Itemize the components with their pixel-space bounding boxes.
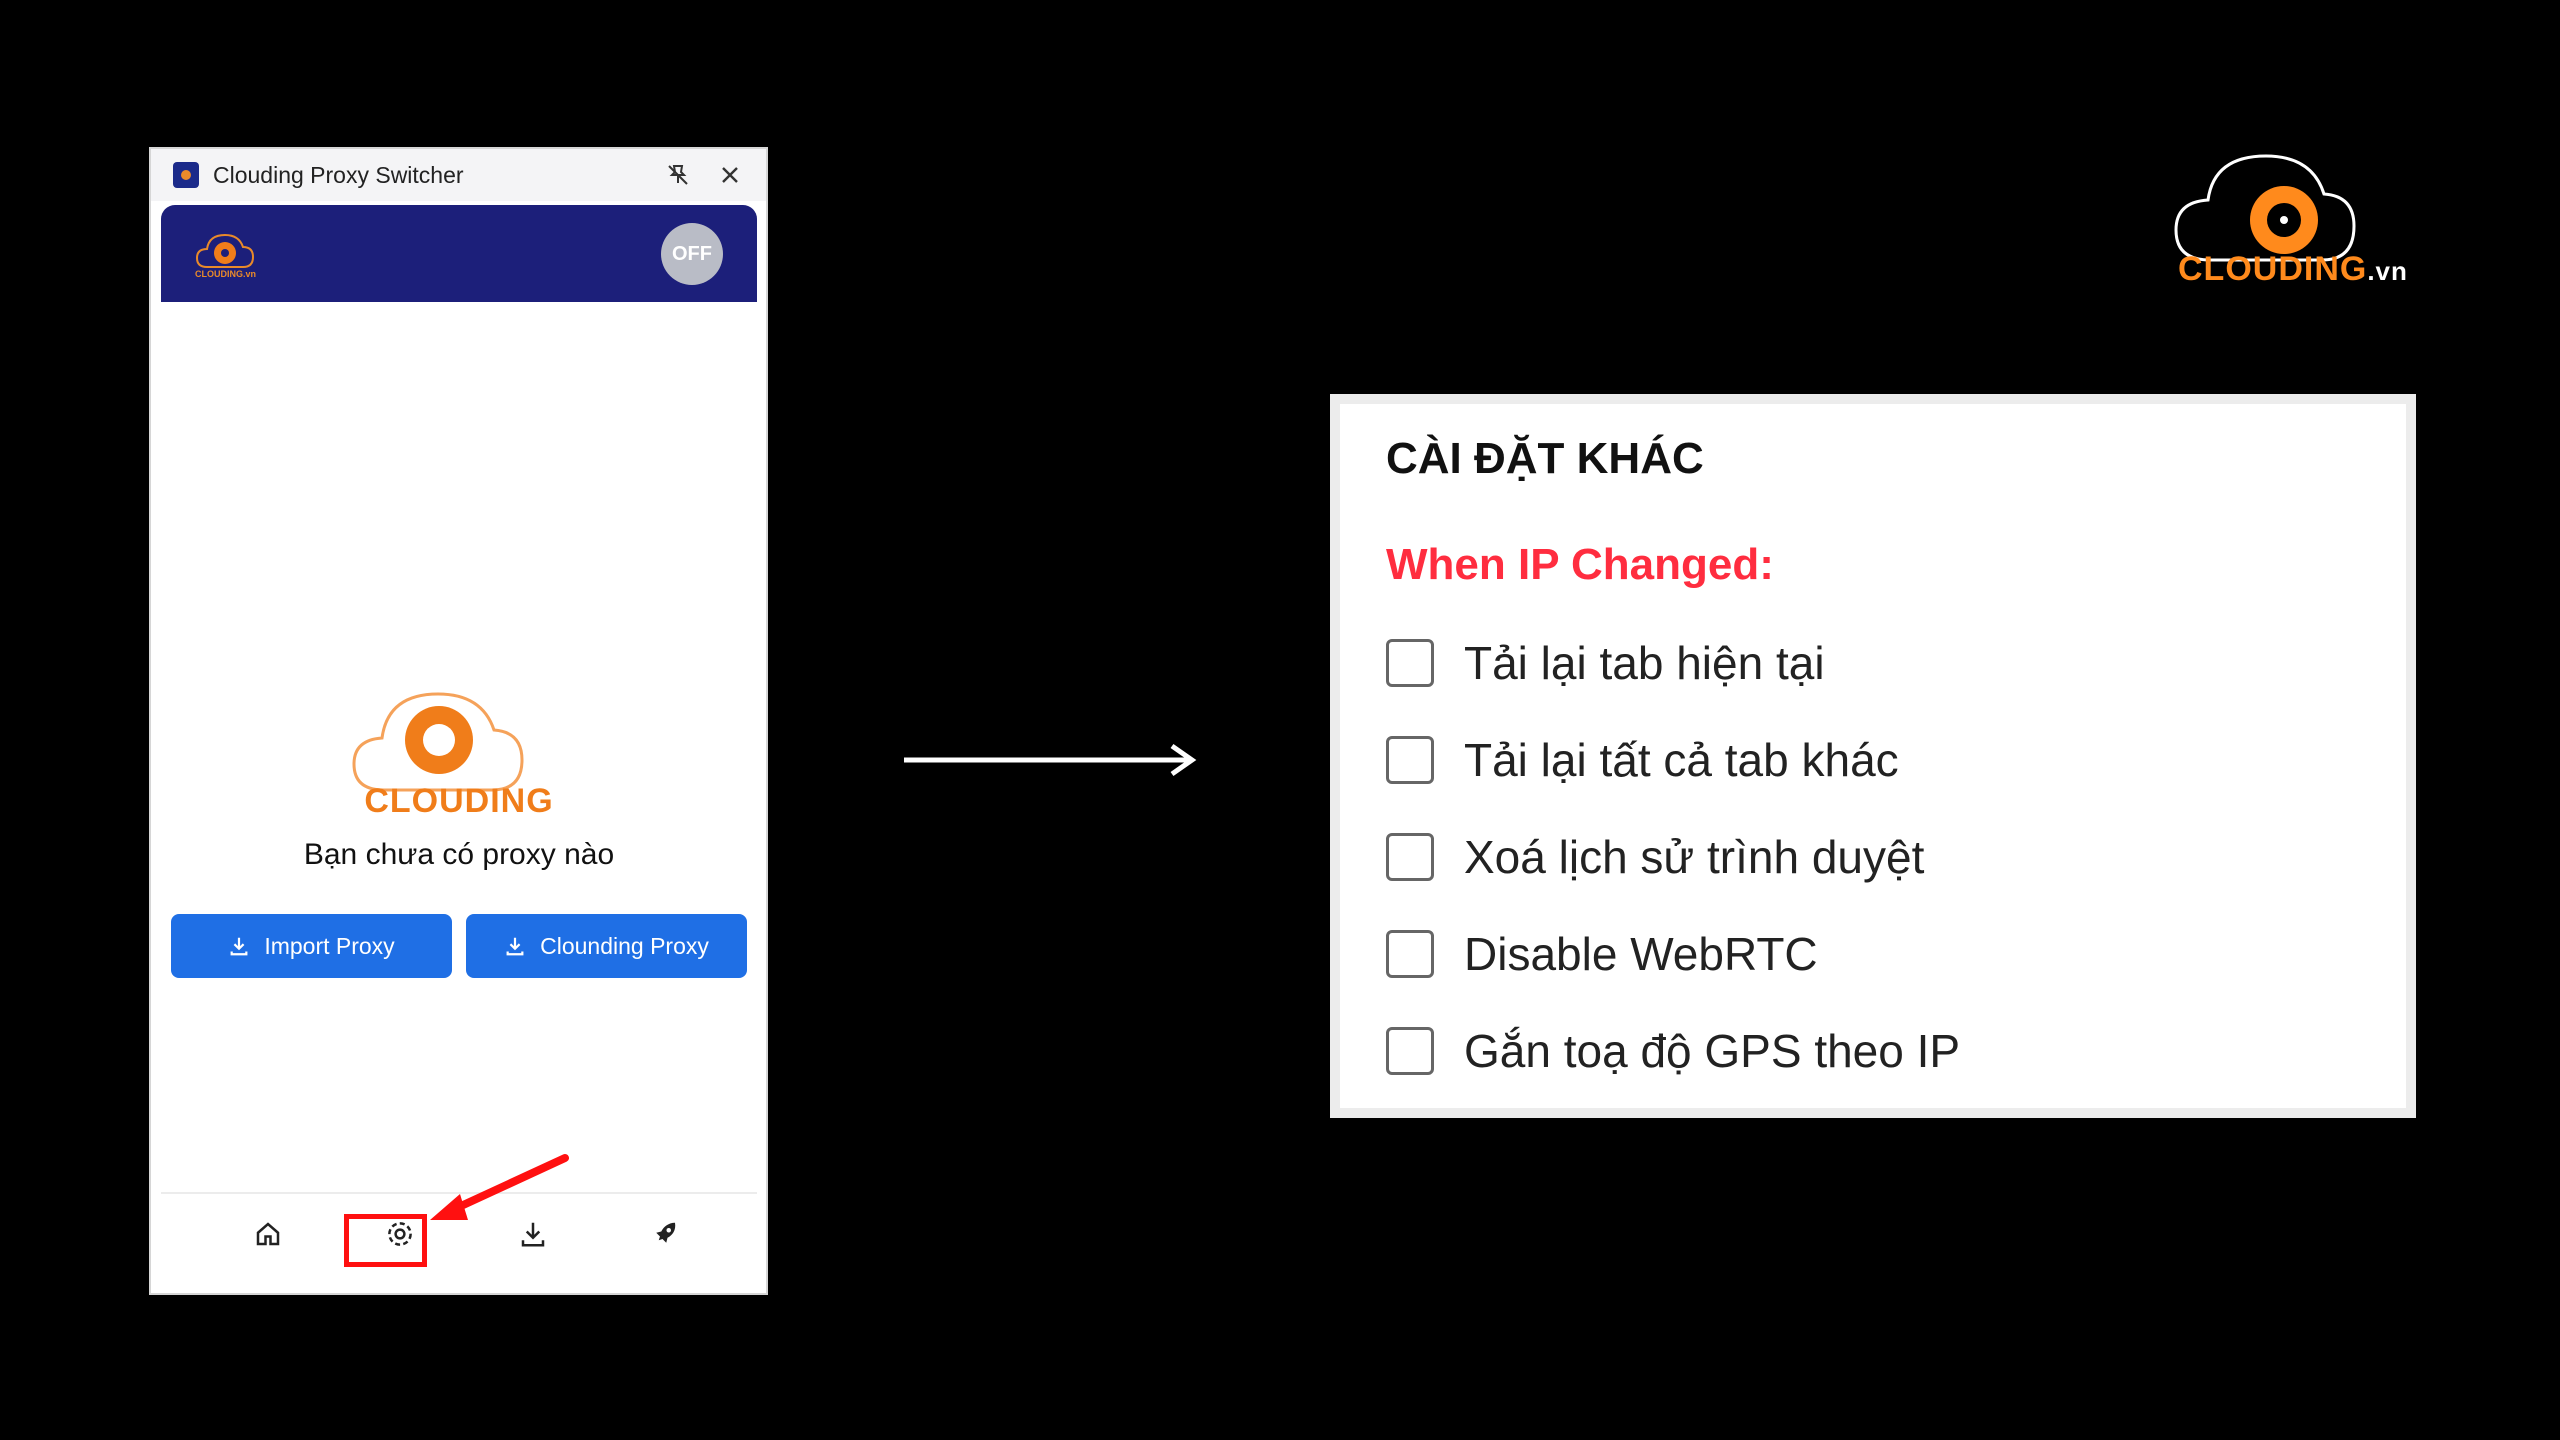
popup-content: CLOUDING Bạn chưa có proxy nào Import Pr… — [161, 302, 757, 1182]
option-clear-history[interactable]: Xoá lịch sử trình duyệt — [1386, 830, 1924, 884]
logo-text: CLOUDING — [364, 782, 554, 820]
app-icon — [173, 162, 199, 188]
section-heading: When IP Changed: — [1386, 540, 1774, 589]
option-reload-current-tab[interactable]: Tải lại tab hiện tại — [1386, 636, 1825, 690]
nav-rocket[interactable] — [625, 1204, 705, 1264]
nav-home[interactable] — [228, 1204, 308, 1264]
option-label: Disable WebRTC — [1464, 928, 1818, 980]
settings-panel: CÀI ĐẶT KHÁC When IP Changed: Tải lại ta… — [1330, 394, 2416, 1118]
checkbox[interactable] — [1386, 639, 1434, 687]
checkbox[interactable] — [1386, 930, 1434, 978]
option-label: Tải lại tab hiện tại — [1464, 637, 1825, 689]
checkbox[interactable] — [1386, 833, 1434, 881]
window-titlebar: Clouding Proxy Switcher — [151, 149, 766, 201]
import-proxy-label: Import Proxy — [264, 932, 395, 959]
clouding-proxy-label: Clounding Proxy — [540, 932, 709, 959]
brand-name: CLOUDING.vn — [2178, 250, 2408, 289]
brand-suffix: .vn — [2367, 256, 2408, 286]
header-logo-text: CLOUDING.vn — [195, 269, 257, 279]
close-icon[interactable] — [714, 159, 746, 191]
option-disable-webrtc[interactable]: Disable WebRTC — [1386, 927, 1818, 981]
import-proxy-button[interactable]: Import Proxy — [171, 914, 452, 978]
option-reload-other-tabs[interactable]: Tải lại tất cả tab khác — [1386, 733, 1899, 787]
popup-header: CLOUDING.vn OFF — [161, 205, 757, 302]
proxy-toggle-button[interactable]: OFF — [661, 223, 723, 285]
rocket-icon — [656, 1222, 676, 1243]
download-icon — [506, 937, 524, 956]
option-label: Gắn toạ độ GPS theo IP — [1464, 1025, 1961, 1077]
window-title: Clouding Proxy Switcher — [213, 161, 464, 188]
option-label: Xoá lịch sử trình duyệt — [1464, 831, 1925, 883]
transition-arrow — [904, 743, 1197, 777]
home-icon — [256, 1222, 280, 1246]
brand-wordmark: CLOUDING — [2178, 250, 2368, 288]
checkbox[interactable] — [1386, 736, 1434, 784]
red-pointer-arrow — [430, 1154, 569, 1220]
header-logo: CLOUDING.vn — [195, 227, 305, 288]
download-icon — [230, 937, 248, 956]
empty-proxy-message: Bạn chưa có proxy nào — [303, 838, 615, 871]
clouding-proxy-button[interactable]: Clounding Proxy — [466, 914, 747, 978]
settings-title: CÀI ĐẶT KHÁC — [1386, 434, 1704, 483]
option-label: Tải lại tất cả tab khác — [1464, 734, 1899, 786]
pin-icon[interactable] — [662, 159, 694, 191]
checkbox[interactable] — [1386, 1027, 1434, 1075]
settings-highlight-box — [344, 1214, 427, 1267]
extension-popup: Clouding Proxy Switcher CLOUDING.vn OFF — [149, 147, 768, 1295]
option-gps-by-ip[interactable]: Gắn toạ độ GPS theo IP — [1386, 1024, 1960, 1078]
